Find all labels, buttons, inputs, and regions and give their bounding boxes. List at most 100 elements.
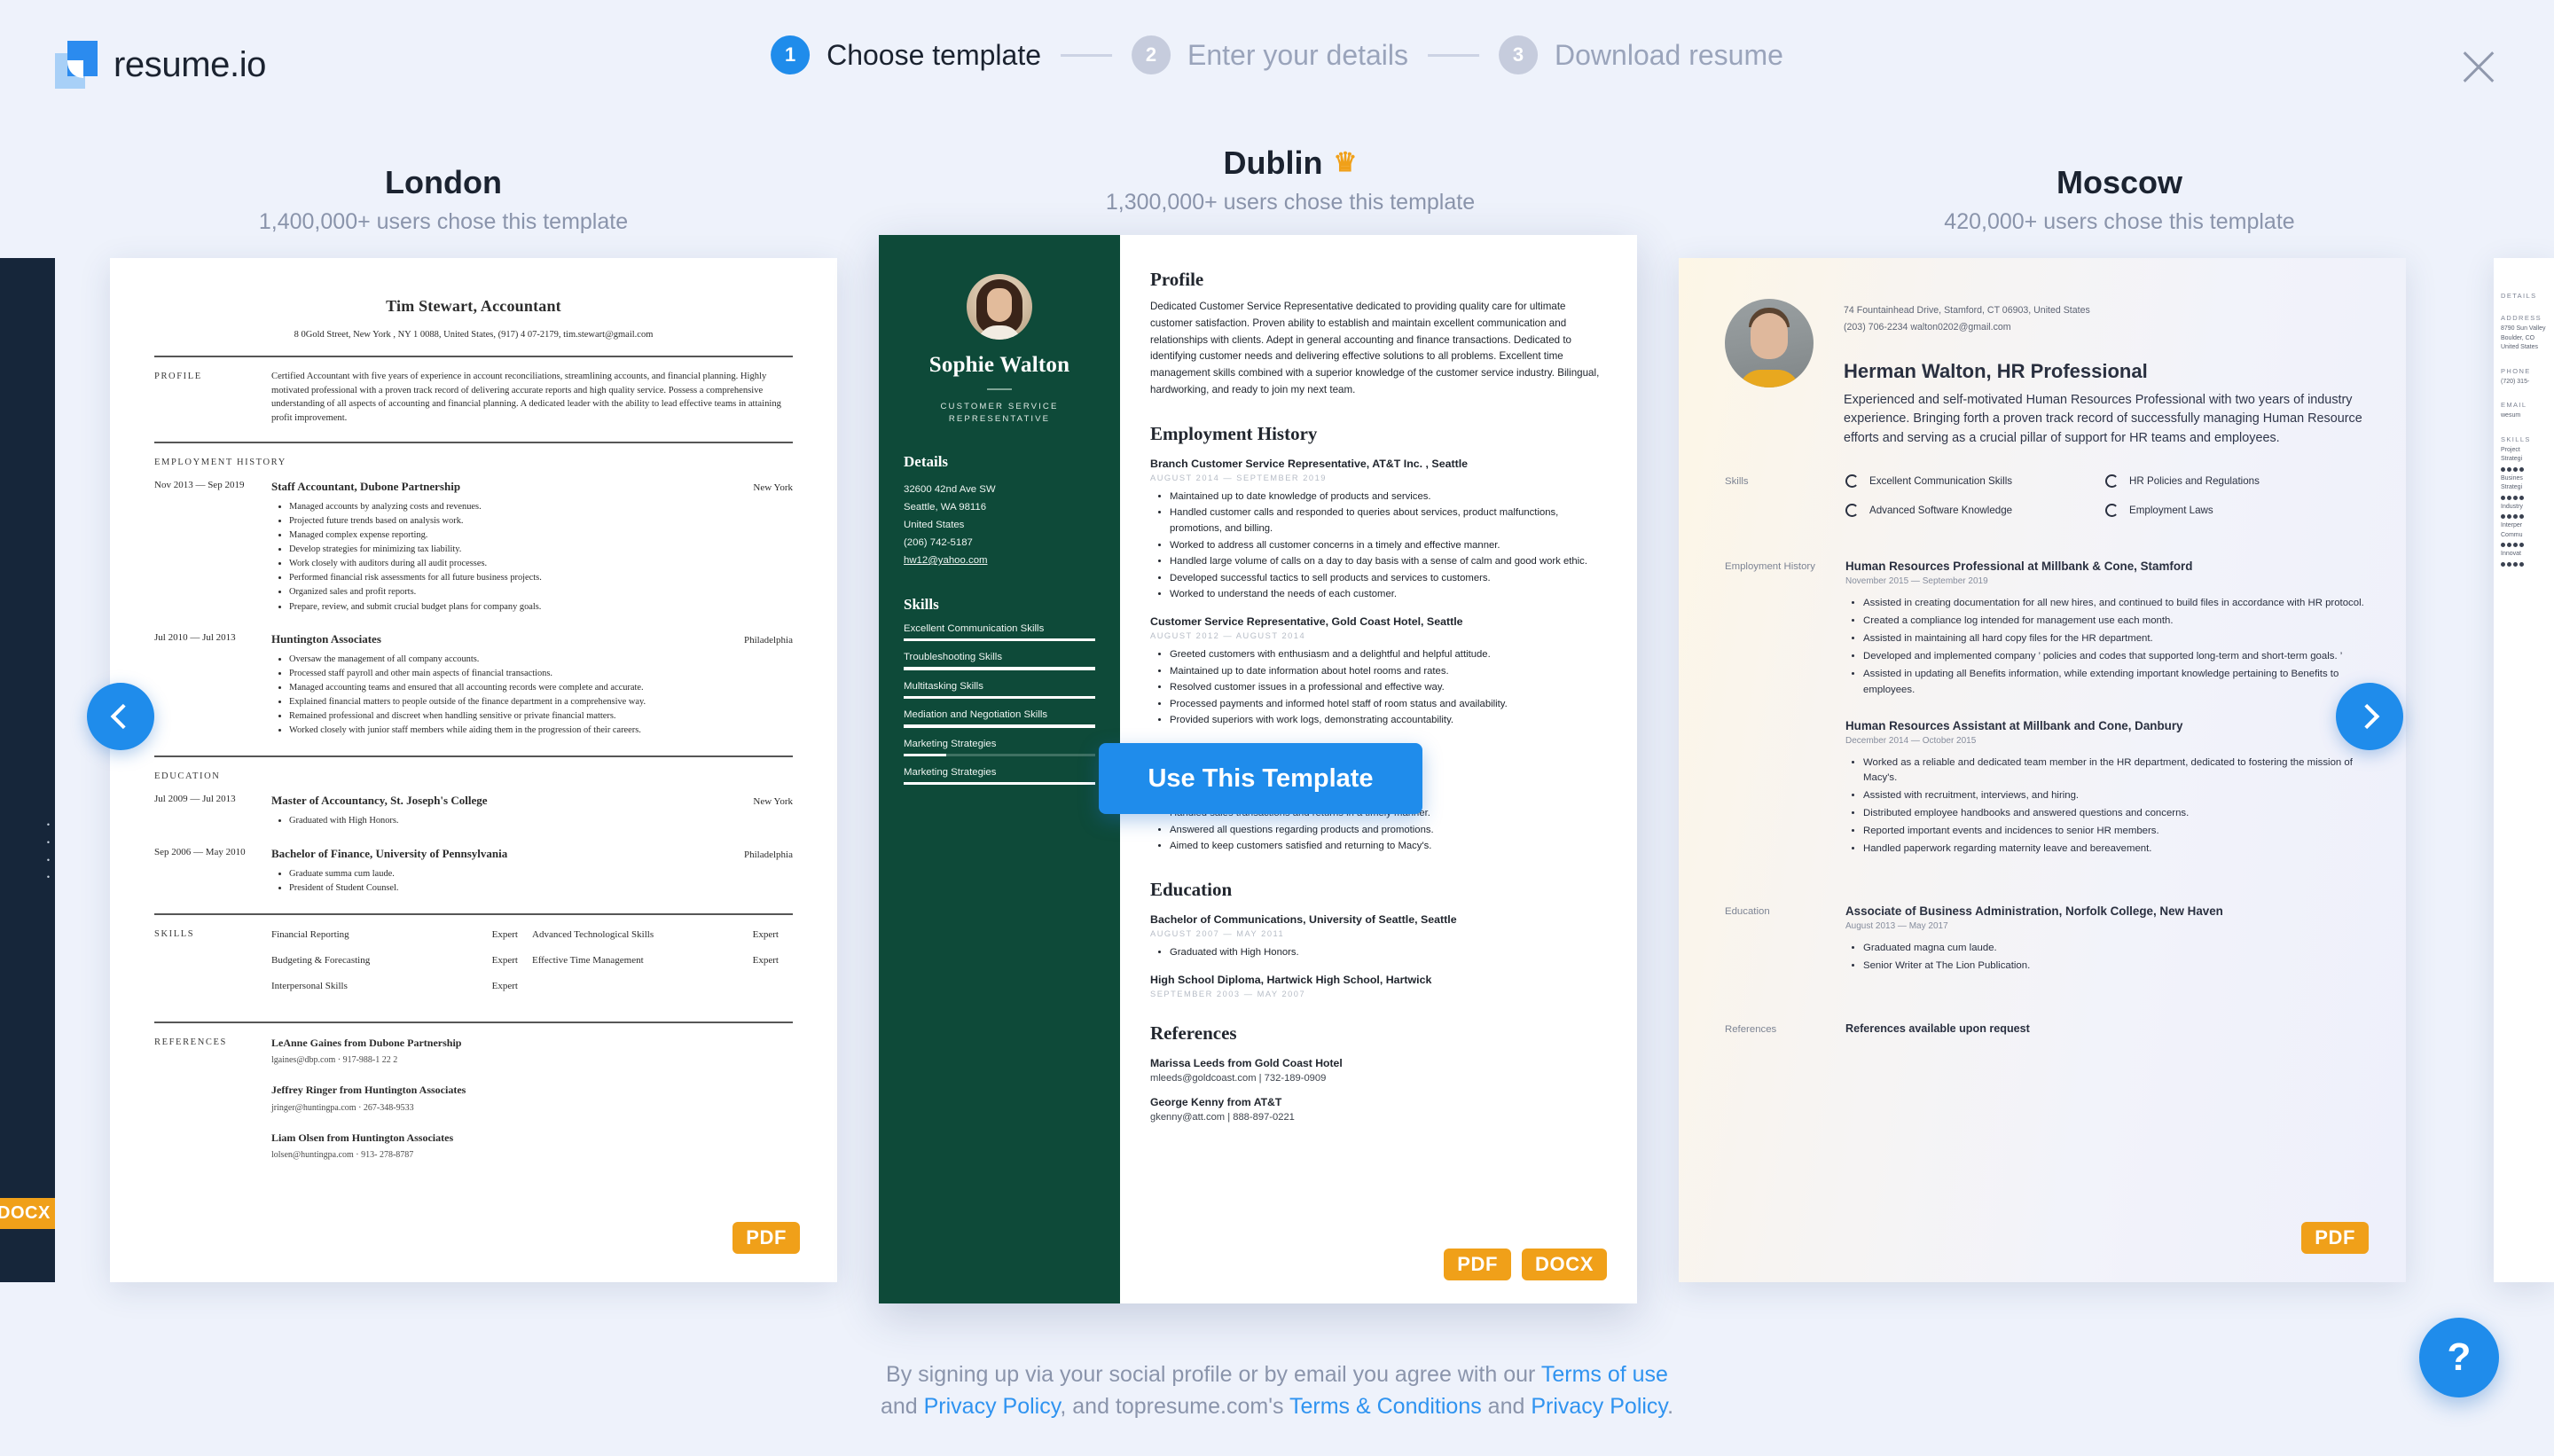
london-profile-label: PROFILE [154, 372, 202, 381]
reference-name: Jeffrey Ringer from Huntington Associate… [271, 1084, 466, 1097]
list-item: Projected future trends based on analysi… [289, 514, 793, 528]
skill-name: Multitasking Skills [904, 680, 983, 692]
list-item: Managed accounting teams and ensured tha… [289, 681, 793, 695]
skill-progress [904, 667, 1095, 670]
list-item: Assisted in updating all Benefits inform… [1863, 667, 2365, 697]
template-name-dublin: Dublin [1223, 145, 1323, 181]
experience-entry: Customer Service Representative, Gold Co… [1150, 615, 1602, 729]
skill-ring-icon [1845, 474, 1859, 488]
peek-skills-label: SKILLS [2501, 434, 2531, 443]
skill-bar: Marketing Strategies [904, 767, 1095, 786]
peek-skill-item: Interper Commu [2501, 521, 2547, 547]
entry-title: Branch Customer Service Representative, … [1150, 457, 1469, 470]
format-badge-pdf[interactable]: PDF [733, 1222, 800, 1254]
entry-bullets: Worked as a reliable and dedicated team … [1863, 755, 2365, 857]
skill-ring-icon [1845, 504, 1859, 517]
close-icon[interactable] [2455, 43, 2503, 90]
previous-template-arrow-icon[interactable] [87, 683, 154, 750]
london-resume: Tim Stewart, Accountant 8 0Gold Street, … [110, 258, 837, 1220]
step-3-label: Download resume [1555, 38, 1783, 71]
dublin-skills-heading: Skills [904, 596, 939, 614]
step-progress: 1 Choose template 2 Enter your details 3… [771, 35, 1783, 74]
template-card-partial-right[interactable]: DETAILS ADDRESS 8790 Sun Valley Boulder,… [2494, 258, 2554, 1282]
entry-dates: AUGUST 2012 — AUGUST 2014 [1150, 630, 1306, 640]
entry-title: Human Resources Professional at Millbank… [1845, 560, 2193, 573]
template-card-partial-left[interactable]: • • • • DOCX [0, 258, 55, 1282]
list-item: Aimed to keep customers satisfied and re… [1170, 839, 1602, 855]
experience-entry: Human Resources Professional at Millbank… [1845, 560, 2365, 698]
skill-bar: Marketing Strategies [904, 739, 1095, 757]
dublin-email-link[interactable]: hw12@yahoo.com [904, 555, 988, 566]
privacy-policy-link-2[interactable]: Privacy Policy [1531, 1394, 1667, 1419]
resume-io-logo-icon [55, 41, 98, 89]
skill-row: Effective Time Management Expert [532, 953, 793, 967]
skill-name: Marketing Strategies [904, 767, 997, 779]
use-this-template-button[interactable]: Use This Template [1099, 743, 1422, 814]
format-badges-london[interactable]: PDF [733, 1222, 800, 1254]
step-separator-2 [1428, 53, 1480, 57]
rating-dots [2501, 466, 2547, 472]
next-template-arrow-icon[interactable] [2336, 683, 2403, 750]
entry-dates: December 2014 — October 2015 [1845, 735, 1977, 746]
london-education-1-bullets: Graduate summa cum laude.President of St… [289, 867, 793, 896]
skill-name: Excellent Communication Skills [904, 623, 1045, 635]
entry-dates: AUGUST 2007 — MAY 2011 [1150, 929, 1285, 939]
skill-name: Financial Reporting [271, 928, 349, 940]
moscow-section-skills: Skills Excellent Communication Skills HR … [1725, 474, 2365, 533]
entry-bullets: Graduated with High Honors. [1170, 945, 1602, 961]
peek-skill-name: Interper Commu [2501, 522, 2523, 538]
step-1-label: Choose template [827, 38, 1041, 71]
skill-item: Advanced Software Knowledge [1845, 504, 2105, 517]
list-item: Assisted in creating documentation for a… [1863, 596, 2365, 611]
london-education-0: Jul 2009 — Jul 2013 Master of Accountanc… [154, 794, 793, 828]
moscow-section-education: Education Associate of Business Administ… [1725, 904, 2365, 995]
format-badges-dublin[interactable]: PDF DOCX [1444, 1249, 1607, 1280]
skill-item: Employment Laws [2105, 504, 2365, 517]
list-item: Graduated magna cum laude. [1863, 941, 2365, 956]
list-item: Answered all questions regarding product… [1170, 823, 1602, 839]
divider [154, 441, 793, 443]
entry-title: High School Diploma, Hartwick High Schoo… [1150, 973, 1432, 986]
list-item: Graduate summa cum laude. [289, 867, 793, 881]
moscow-education: Associate of Business Administration, No… [1845, 904, 2365, 995]
format-badge-docx[interactable]: DOCX [1522, 1249, 1607, 1280]
format-badge-docx-left[interactable]: DOCX [0, 1198, 55, 1229]
template-users-moscow: 420,000+ users chose this template [1944, 209, 2295, 234]
footer-text-4: and [1481, 1393, 1532, 1419]
avatar [1725, 299, 1814, 387]
skill-progress [904, 782, 1095, 786]
avatar [967, 274, 1032, 340]
terms-conditions-link[interactable]: Terms & Conditions [1289, 1394, 1482, 1419]
step-1-choose-template[interactable]: 1 Choose template [771, 35, 1041, 74]
london-education-0-bullets: Graduated with High Honors. [289, 814, 793, 828]
template-name-london: London [385, 164, 502, 200]
list-item: Assisted with recruitment, interviews, a… [1863, 788, 2365, 803]
template-card-london[interactable]: Tim Stewart, Accountant 8 0Gold Street, … [110, 258, 837, 1282]
london-job-0-title: Staff Accountant, Dubone Partnership [271, 479, 461, 493]
entry-dates: AUGUST 2014 — SEPTEMBER 2019 [1150, 473, 1327, 482]
skill-ring-icon [2105, 504, 2119, 517]
skill-progress [904, 753, 1095, 757]
format-badge-pdf[interactable]: PDF [1444, 1249, 1512, 1280]
step-3-download-resume[interactable]: 3 Download resume [1499, 35, 1783, 74]
list-item: Handled large volume of calls on a day t… [1170, 554, 1602, 570]
dublin-email[interactable]: hw12@yahoo.com [904, 552, 1095, 569]
template-users-london: 1,400,000+ users chose this template [258, 209, 629, 234]
divider [154, 356, 793, 357]
template-titles: London 1,400,000+ users chose this templ… [0, 145, 2554, 239]
privacy-policy-link-1[interactable]: Privacy Policy [924, 1394, 1061, 1419]
moscow-references-text: References available upon request [1845, 1022, 2030, 1035]
format-badges-moscow[interactable]: PDF [2301, 1222, 2369, 1254]
brand-logo[interactable]: resume.io [55, 41, 266, 89]
london-education-0-dates: Jul 2009 — Jul 2013 [154, 794, 236, 805]
dublin-references: Marissa Leeds from Gold Coast Hotel mleed… [1150, 1057, 1602, 1123]
step-2-enter-details[interactable]: 2 Enter your details [1132, 35, 1408, 74]
peek-email: wesum [2501, 412, 2521, 419]
terms-of-use-link[interactable]: Terms of use [1541, 1362, 1668, 1387]
template-title-london: London 1,400,000+ users chose this templ… [106, 164, 780, 235]
skill-name: Interpersonal Skills [271, 981, 348, 992]
format-badge-pdf[interactable]: PDF [2301, 1222, 2369, 1254]
footer-legal: By signing up via your social profile or… [0, 1359, 2554, 1422]
template-card-moscow[interactable]: 74 Fountainhead Drive, Stamford, CT 0690… [1679, 258, 2406, 1282]
skill-level: Expert [491, 955, 518, 967]
